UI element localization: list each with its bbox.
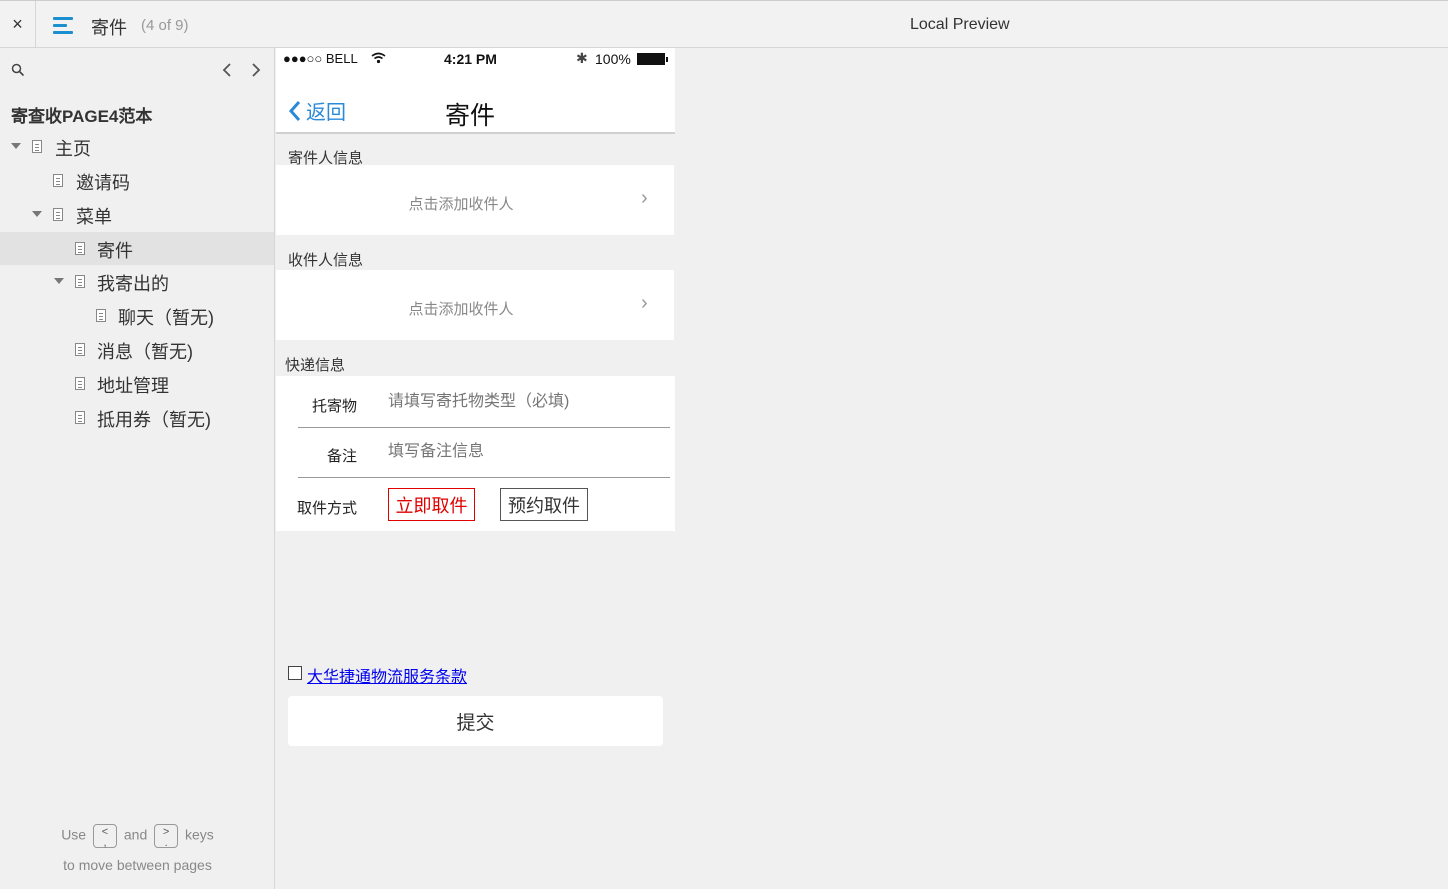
preview-label: Local Preview	[910, 16, 1010, 33]
carrier-signal: ●●●○○ BELL	[283, 51, 358, 66]
submit-button[interactable]: 提交	[288, 696, 663, 746]
battery-icon	[637, 53, 668, 65]
sitemap-item-home[interactable]: 主页	[0, 130, 274, 163]
sitemap-item-label: 地址管理	[97, 376, 169, 396]
sitemap-item-label: 邀请码	[76, 173, 130, 193]
next-page-button[interactable]	[247, 60, 265, 80]
chevron-left-icon	[288, 100, 301, 121]
pickup-schedule-button[interactable]: 预约取件	[500, 488, 588, 521]
terms-checkbox[interactable]	[288, 666, 302, 680]
prev-key-icon: <,	[92, 824, 117, 849]
chevron-right-icon: ›	[641, 292, 648, 314]
sitemap-item-coupons[interactable]: 抵用券（暂无)	[0, 401, 274, 434]
page-icon	[75, 411, 85, 424]
search-icon[interactable]	[11, 63, 25, 77]
top-bar: × 寄件 (4 of 9) Local Preview	[0, 0, 1448, 48]
bluetooth-icon: ✱	[576, 50, 588, 66]
page-icon	[75, 377, 85, 390]
status-time: 4:21 PM	[444, 51, 497, 67]
sitemap-item-label: 菜单	[76, 207, 112, 227]
page-icon	[32, 140, 42, 153]
chevron-right-icon: ›	[641, 187, 648, 209]
chevron-right-icon	[252, 63, 261, 77]
caret-down-icon[interactable]	[54, 278, 64, 284]
page-icon	[53, 208, 63, 221]
terms-link[interactable]: 大华捷通物流服务条款	[307, 663, 467, 687]
close-icon: ×	[12, 14, 23, 34]
note-label: 备注	[327, 448, 358, 465]
sitemap-item-invite-code[interactable]: 邀请码	[0, 164, 274, 197]
sitemap-sidebar: 寄查收PAGE4范本 主页 邀请码 菜单 寄件 我寄出的 聊天（暂无) 消息（暂…	[0, 48, 275, 889]
project-title: 寄查收PAGE4范本	[11, 107, 153, 126]
recipient-section-label: 收件人信息	[288, 252, 364, 269]
phone-preview: ●●●○○ BELL 4:21 PM ✱ 100% 返回 寄件 寄件人信息 点击…	[276, 48, 675, 889]
sitemap-item-label: 消息（暂无)	[97, 342, 193, 362]
next-key-icon: >.	[154, 824, 179, 849]
item-label: 托寄物	[312, 398, 358, 415]
sitemap-item-label: 聊天（暂无)	[118, 308, 214, 328]
sitemap-item-label: 抵用券（暂无)	[97, 410, 211, 430]
page-count: (4 of 9)	[141, 17, 189, 34]
note-input[interactable]	[388, 440, 668, 464]
sitemap-item-menu[interactable]: 菜单	[0, 198, 274, 231]
sitemap-item-chat[interactable]: 聊天（暂无)	[0, 299, 274, 332]
page-icon	[75, 242, 85, 255]
page-title: 寄件	[91, 18, 127, 38]
sitemap-item-messages[interactable]: 消息（暂无)	[0, 333, 274, 366]
add-recipient-row[interactable]: 点击添加收件人 ›	[276, 270, 674, 340]
page-icon	[75, 275, 85, 288]
nav-bar: 返回 寄件	[276, 70, 675, 134]
add-sender-text: 点击添加收件人	[408, 196, 514, 213]
sitemap-menu-icon[interactable]	[50, 14, 76, 36]
keyboard-hint: Use <, and >. keys	[61, 824, 214, 849]
wifi-icon	[371, 52, 386, 64]
back-button[interactable]: 返回	[288, 96, 346, 125]
express-section-label: 快递信息	[285, 357, 346, 374]
sitemap-item-label: 主页	[55, 139, 91, 159]
item-type-input[interactable]	[388, 390, 668, 414]
divider	[298, 427, 670, 428]
caret-down-icon[interactable]	[11, 143, 21, 149]
battery-percent: 100%	[595, 51, 631, 67]
page-icon	[53, 174, 63, 187]
sitemap-item-label: 寄件	[97, 241, 133, 261]
page-icon	[75, 343, 85, 356]
chevron-left-icon	[222, 63, 231, 77]
express-info-panel: 托寄物 备注 取件方式 立即取件 预约取件	[276, 376, 675, 531]
terms-row: 大华捷通物流服务条款	[288, 663, 467, 687]
page-icon	[96, 309, 106, 322]
pickup-method-label: 取件方式	[297, 500, 358, 517]
status-bar: ●●●○○ BELL 4:21 PM ✱ 100%	[276, 48, 675, 70]
nav-title: 寄件	[445, 102, 496, 130]
close-button[interactable]: ×	[0, 1, 36, 48]
sitemap-item-label: 我寄出的	[97, 274, 169, 294]
divider	[298, 477, 670, 478]
sitemap-item-my-sent[interactable]: 我寄出的	[0, 265, 274, 298]
previous-page-button[interactable]	[218, 60, 236, 80]
add-sender-row[interactable]: 点击添加收件人 ›	[276, 165, 674, 235]
sitemap-item-address[interactable]: 地址管理	[0, 367, 274, 400]
sitemap-item-send[interactable]: 寄件	[0, 232, 274, 265]
back-label: 返回	[306, 102, 346, 124]
add-recipient-text: 点击添加收件人	[408, 301, 514, 318]
pickup-now-button[interactable]: 立即取件	[388, 488, 475, 521]
keyboard-hint-line2: to move between pages	[63, 857, 212, 873]
caret-down-icon[interactable]	[32, 211, 42, 217]
